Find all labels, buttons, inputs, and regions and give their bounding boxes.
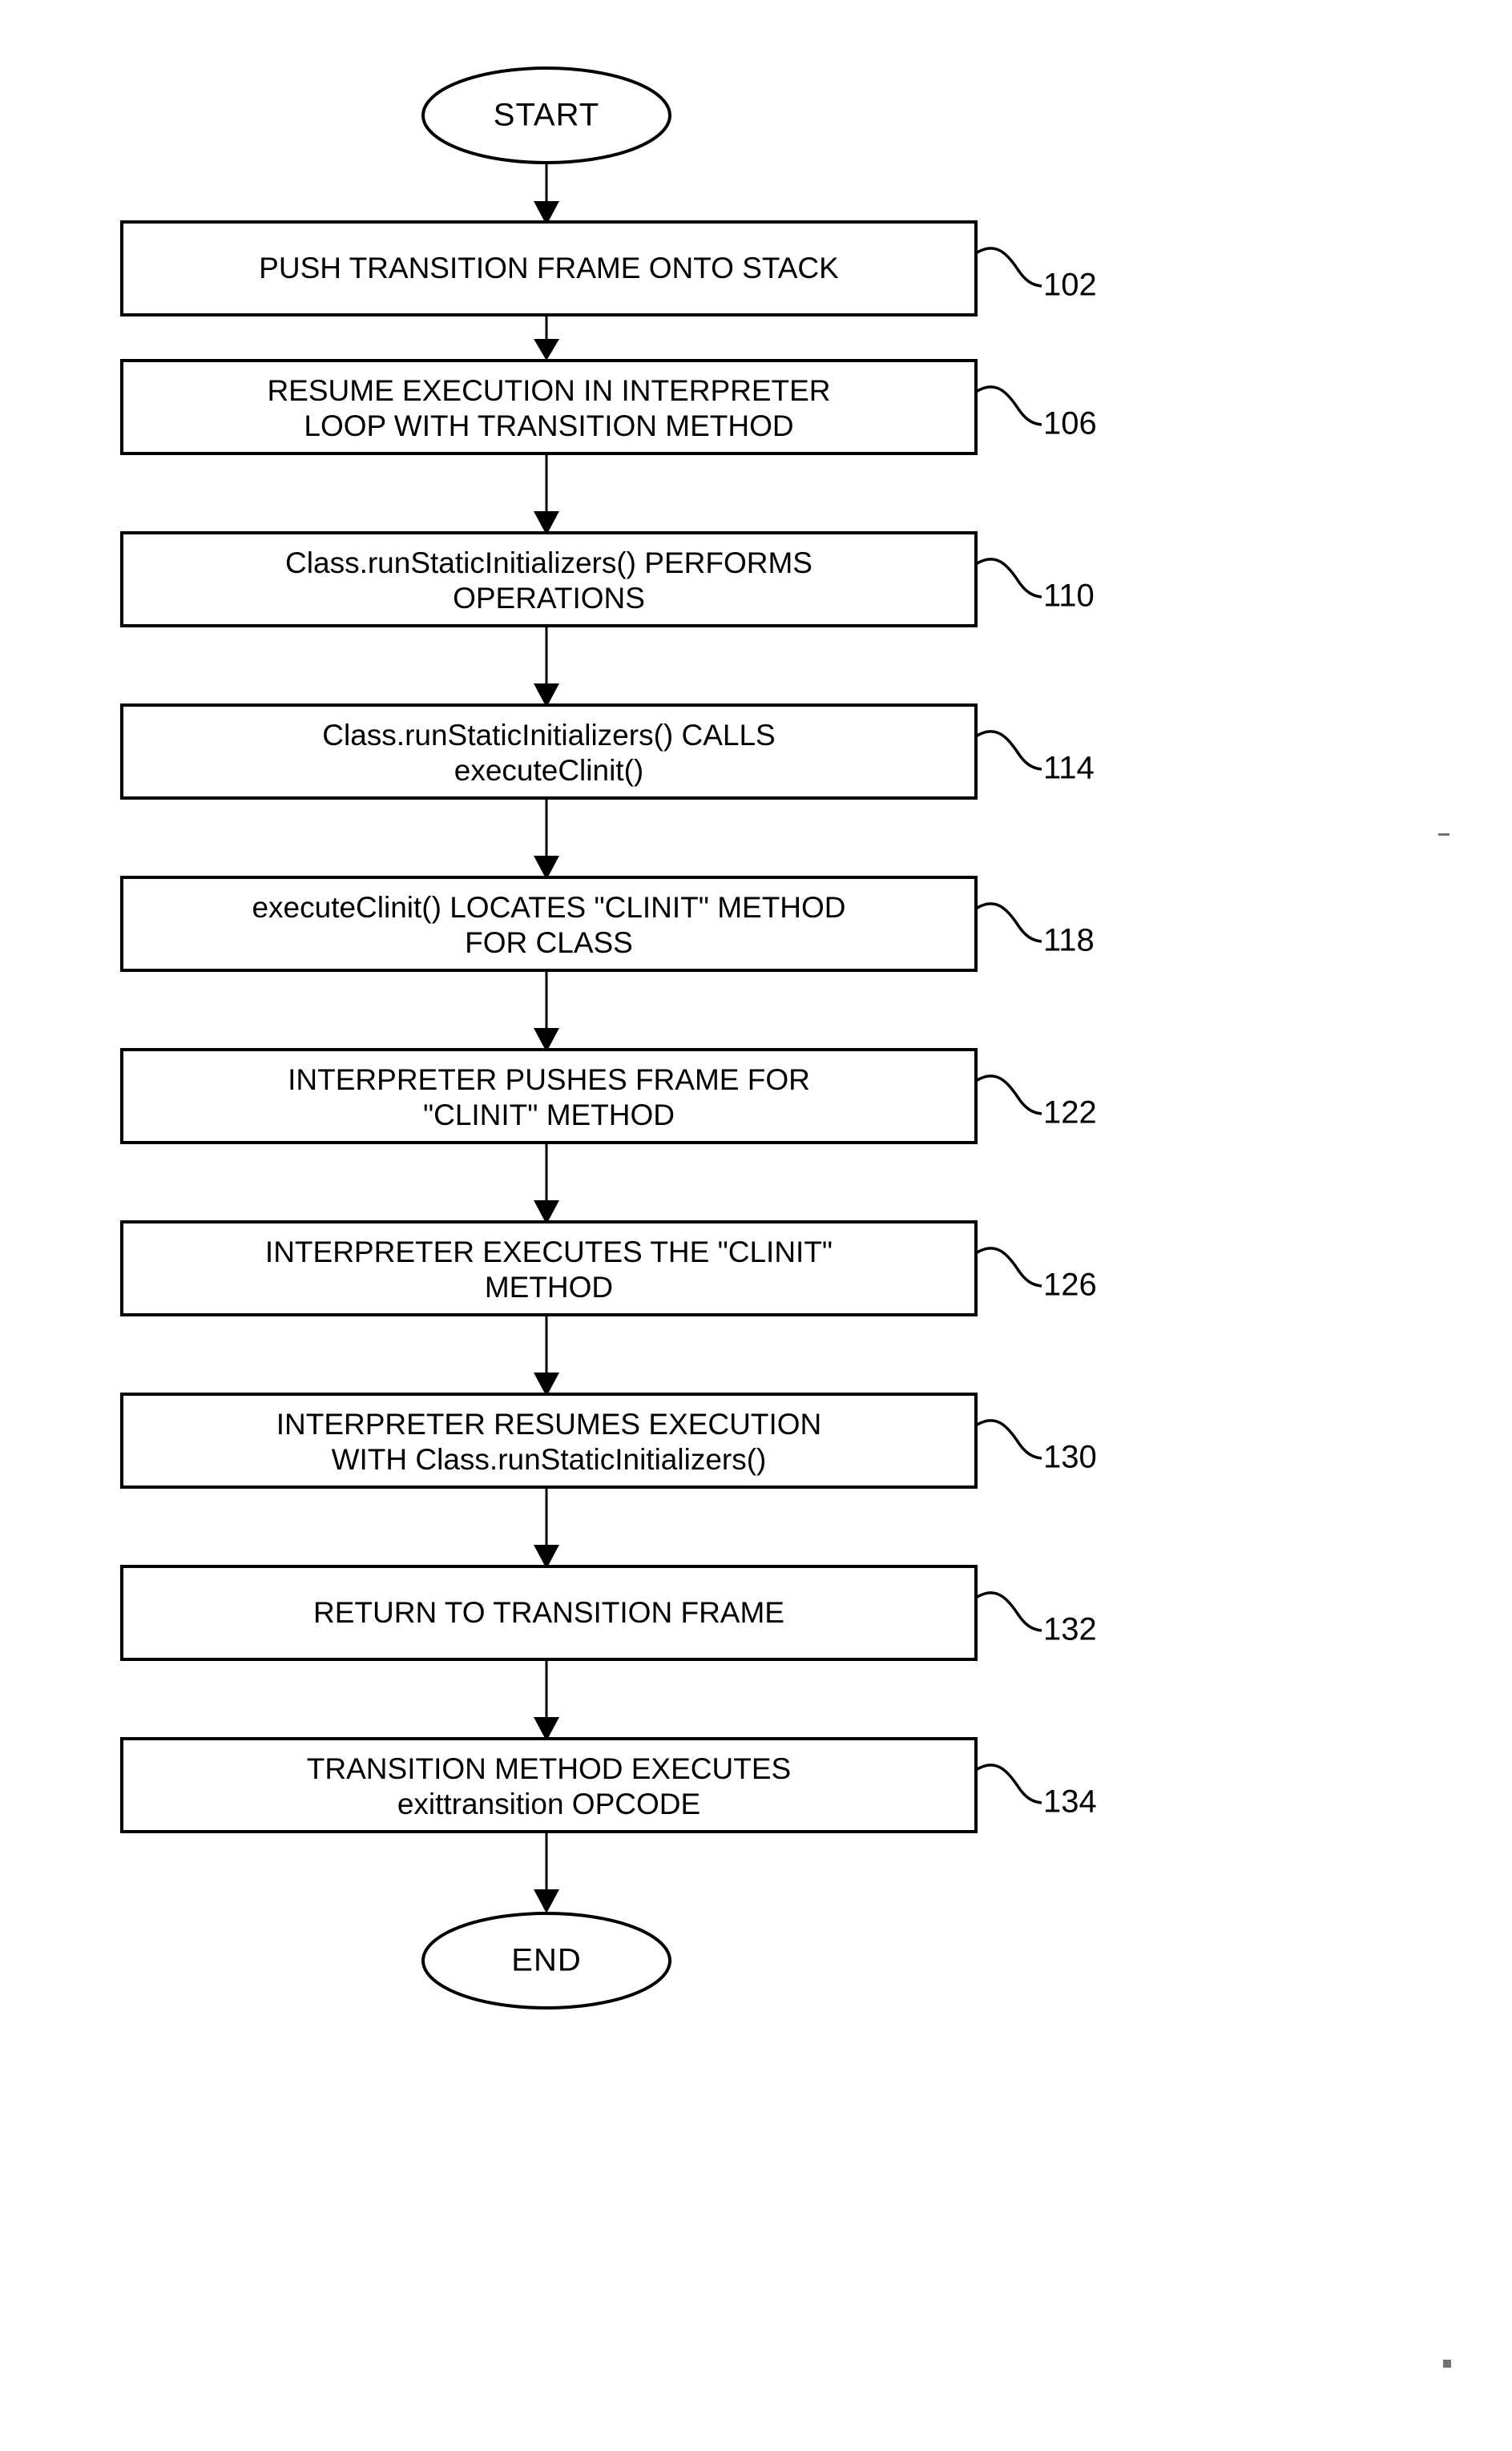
connector-step-4-to-step-5 [534, 798, 559, 880]
step-label-118-line-1: executeClinit() LOCATES "CLINIT" METHOD [252, 891, 845, 924]
end-label: END [511, 1943, 581, 1978]
flowchart-sheet: START PUSH TRANSITION FRAME ONTO STACK 1… [0, 0, 1512, 2451]
step-label-102-line-1: PUSH TRANSITION FRAME ONTO STACK [259, 252, 839, 284]
reference-number-102: 102 [1043, 268, 1097, 303]
reference-number-110: 110 [1043, 578, 1095, 614]
flowchart-canvas: START PUSH TRANSITION FRAME ONTO STACK 1… [120, 67, 1451, 2368]
step-label-118-line-2: FOR CLASS [465, 926, 633, 959]
connector-step-3-to-step-4 [534, 626, 559, 707]
step-node-106: RESUME EXECUTION IN INTERPRETER LOOP WIT… [120, 359, 1097, 455]
step-label-114-line-2: executeClinit() [454, 754, 643, 787]
step-label-130-line-1: INTERPRETER RESUMES EXECUTION [276, 1408, 821, 1441]
step-label-126-line-1: INTERPRETER EXECUTES THE "CLINIT" [265, 1236, 833, 1268]
connector-step-10-to-end [534, 1832, 559, 1913]
step-label-134-line-2: exittransition OPCODE [397, 1788, 700, 1820]
step-label-110-line-2: OPERATIONS [453, 582, 645, 615]
step-label-114-line-1: Class.runStaticInitializers() CALLS [322, 719, 775, 752]
end-terminal: END [421, 1912, 671, 2010]
step-node-114: Class.runStaticInitializers() CALLS exec… [120, 703, 1095, 800]
step-label-122-line-2: "CLINIT" METHOD [423, 1099, 675, 1131]
step-node-126: INTERPRETER EXECUTES THE "CLINIT" METHOD… [120, 1220, 1097, 1316]
connector-start-to-step-1 [534, 163, 559, 225]
start-label: START [494, 98, 599, 133]
scan-artifact-mark [1438, 833, 1450, 836]
step-node-110: Class.runStaticInitializers() PERFORMS O… [120, 531, 1095, 627]
step-label-126-line-2: METHOD [485, 1271, 613, 1304]
step-label-134-line-1: TRANSITION METHOD EXECUTES [307, 1752, 791, 1785]
step-label-122-line-1: INTERPRETER PUSHES FRAME FOR [288, 1063, 810, 1096]
connector-step-5-to-step-6 [534, 970, 559, 1052]
reference-number-130: 130 [1043, 1440, 1097, 1475]
step-node-122: INTERPRETER PUSHES FRAME FOR "CLINIT" ME… [120, 1048, 1097, 1144]
step-node-102: PUSH TRANSITION FRAME ONTO STACK 102 [120, 220, 1097, 316]
start-terminal: START [421, 67, 671, 164]
reference-number-126: 126 [1043, 1268, 1097, 1303]
step-node-130: INTERPRETER RESUMES EXECUTION WITH Class… [120, 1393, 1097, 1489]
connector-step-8-to-step-9 [534, 1487, 559, 1569]
connector-step-6-to-step-7 [534, 1143, 559, 1224]
connector-step-1-to-step-2 [534, 315, 559, 361]
step-node-134: TRANSITION METHOD EXECUTES exittransitio… [120, 1737, 1097, 1833]
reference-number-106: 106 [1043, 406, 1097, 441]
connector-step-9-to-step-10 [534, 1659, 559, 1741]
connector-step-7-to-step-8 [534, 1315, 559, 1397]
step-node-132: RETURN TO TRANSITION FRAME 132 [120, 1565, 1097, 1661]
connector-step-2-to-step-3 [534, 454, 559, 535]
step-label-110-line-1: Class.runStaticInitializers() PERFORMS [285, 546, 812, 579]
reference-number-114: 114 [1043, 751, 1095, 786]
reference-number-118: 118 [1043, 923, 1095, 958]
reference-number-132: 132 [1043, 1612, 1097, 1647]
step-label-130-line-2: WITH Class.runStaticInitializers() [332, 1443, 767, 1476]
scan-artifact-dot [1443, 2360, 1451, 2368]
reference-number-134: 134 [1043, 1784, 1097, 1820]
step-label-106-line-2: LOOP WITH TRANSITION METHOD [304, 409, 793, 442]
step-node-118: executeClinit() LOCATES "CLINIT" METHOD … [120, 876, 1095, 972]
step-label-132-line-1: RETURN TO TRANSITION FRAME [313, 1596, 784, 1629]
step-label-106-line-1: RESUME EXECUTION IN INTERPRETER [267, 374, 830, 407]
reference-number-122: 122 [1043, 1095, 1097, 1131]
